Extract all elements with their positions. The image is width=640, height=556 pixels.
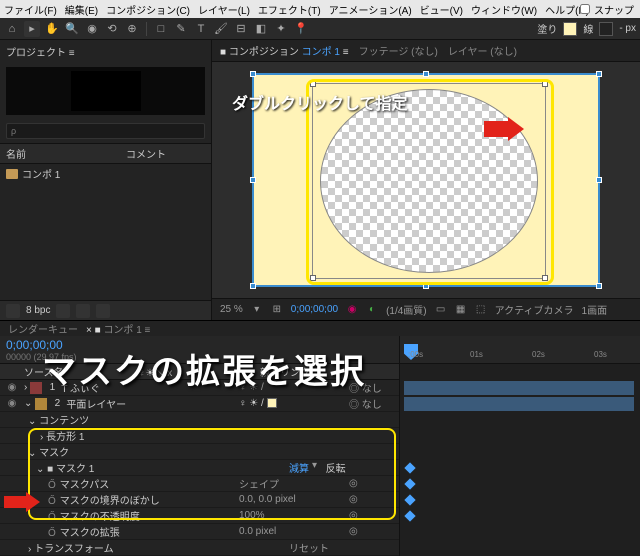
- viewer-tab-layer[interactable]: レイヤー (なし): [448, 43, 517, 58]
- comp-icon: [6, 169, 18, 179]
- canvas[interactable]: ダブルクリックして指定: [212, 62, 640, 298]
- eye-icon[interactable]: ◉: [0, 382, 24, 393]
- keyframe-icon[interactable]: [404, 462, 415, 473]
- toolbar: ⌂ ▸ ✋ 🔍 ◉ ⟲ ⊕ □ ✎ T 🖌 ⊟ ◧ ✦ 📍 塗り 線 - px: [0, 18, 640, 40]
- menu-layer[interactable]: レイヤー(L): [198, 2, 250, 17]
- zoom-level[interactable]: 25 %: [220, 304, 243, 315]
- grid-icon[interactable]: ⊞: [271, 304, 283, 316]
- prop-maskfeather[interactable]: Őマスクの境界のぼかし0.0, 0.0 pixel◎: [0, 492, 399, 508]
- tab-renderqueue[interactable]: レンダーキュー: [8, 321, 78, 336]
- time-ruler[interactable]: ;00s 01s 02s 03s: [400, 336, 640, 364]
- region-icon[interactable]: ▭: [435, 304, 447, 316]
- text-tool[interactable]: T: [193, 21, 209, 37]
- arrow-icon: [484, 117, 524, 141]
- keyframe-icon[interactable]: [404, 478, 415, 489]
- viewer-tab-comp[interactable]: ■ コンポジション コンポ 1 ≡: [220, 43, 349, 58]
- stroke-swatch[interactable]: [599, 22, 613, 36]
- transparency-icon[interactable]: ▦: [455, 304, 467, 316]
- col-comment[interactable]: コメント: [126, 146, 166, 161]
- keyframe-icon[interactable]: [404, 494, 415, 505]
- dropdown-icon[interactable]: ▾: [251, 304, 263, 316]
- menu-window[interactable]: ウィンドウ(W): [471, 2, 537, 17]
- orbit-tool[interactable]: ◉: [84, 21, 100, 37]
- menu-edit[interactable]: 編集(E): [65, 2, 98, 17]
- project-preview: [6, 67, 205, 115]
- menu-view[interactable]: ビュー(V): [420, 2, 463, 17]
- brush-tool[interactable]: 🖌: [213, 21, 229, 37]
- trash-icon[interactable]: [96, 304, 110, 318]
- viewer-tab-footage[interactable]: フッテージ (なし): [359, 43, 438, 58]
- snap-label: スナップ: [594, 2, 634, 17]
- menu-comp[interactable]: コンポジション(C): [106, 2, 190, 17]
- tab-comp1[interactable]: × ■ コンポ 1 ≡: [86, 321, 150, 336]
- camera[interactable]: アクティブカメラ: [495, 302, 574, 317]
- channel-icon[interactable]: ◐: [366, 304, 378, 316]
- selection-tool[interactable]: ▸: [24, 21, 40, 37]
- menu-anim[interactable]: アニメーション(A): [329, 2, 412, 17]
- prop-maskopacity[interactable]: Őマスクの不透明度100%◎: [0, 508, 399, 524]
- zoom-tool[interactable]: 🔍: [64, 21, 80, 37]
- new-comp-icon[interactable]: [76, 304, 90, 318]
- group-contents[interactable]: ⌄ コンテンツ: [0, 412, 399, 428]
- bpc[interactable]: 8 bpc: [26, 305, 50, 316]
- resolution[interactable]: (1/4画質): [386, 302, 427, 317]
- group-rect[interactable]: › 長方形 1: [0, 428, 399, 444]
- project-title: プロジェクト ≡: [0, 40, 211, 63]
- composition-viewer: ■ コンポジション コンポ 1 ≡ フッテージ (なし) レイヤー (なし) ダ…: [212, 40, 640, 320]
- layer-bar-1[interactable]: [404, 381, 634, 395]
- eye-icon[interactable]: ◉: [0, 398, 24, 409]
- col-name[interactable]: 名前: [6, 146, 126, 161]
- menu-file[interactable]: ファイル(F): [4, 2, 57, 17]
- timeline-tracks[interactable]: ;00s 01s 02s 03s: [400, 336, 640, 556]
- project-item-label: コンポ 1: [22, 166, 60, 181]
- fill-swatch[interactable]: [563, 22, 577, 36]
- menu-bar: ファイル(F) 編集(E) コンポジション(C) レイヤー(L) エフェクト(T…: [0, 0, 640, 18]
- roto-tool[interactable]: ✦: [273, 21, 289, 37]
- mask-1[interactable]: ⌄ ■ マスク 1 減算 ▾ 反転: [0, 460, 399, 476]
- new-folder-icon[interactable]: [56, 304, 70, 318]
- timecode[interactable]: 0;00;00;00: [291, 304, 338, 315]
- eraser-tool[interactable]: ◧: [253, 21, 269, 37]
- puppet-tool[interactable]: 📍: [293, 21, 309, 37]
- group-masks[interactable]: ⌄ マスク: [0, 444, 399, 460]
- group-transform[interactable]: › トランスフォームリセット: [0, 540, 399, 556]
- project-panel: プロジェクト ≡ ρ 名前 コメント コンポ 1 8 bpc: [0, 40, 212, 320]
- annotation-dblclick: ダブルクリックして指定: [232, 90, 408, 114]
- views[interactable]: 1画面: [582, 302, 608, 317]
- interpret-icon[interactable]: [6, 304, 20, 318]
- annotation-expansion: マスクの拡張を選択: [42, 344, 366, 393]
- stamp-tool[interactable]: ⊟: [233, 21, 249, 37]
- layer-bar-2[interactable]: [404, 397, 634, 411]
- stroke-width[interactable]: - px: [619, 23, 636, 34]
- stroke-label: 線: [583, 21, 593, 36]
- 3d-icon[interactable]: ⬚: [475, 304, 487, 316]
- fill-label: 塗り: [537, 21, 557, 36]
- rotate-tool[interactable]: ⟲: [104, 21, 120, 37]
- project-search[interactable]: ρ: [6, 123, 205, 139]
- project-item-comp1[interactable]: コンポ 1: [0, 164, 211, 183]
- anchor-tool[interactable]: ⊕: [124, 21, 140, 37]
- home-icon[interactable]: ⌂: [4, 21, 20, 37]
- pen-tool[interactable]: ✎: [173, 21, 189, 37]
- hand-tool[interactable]: ✋: [44, 21, 60, 37]
- prop-maskexpansion[interactable]: Őマスクの拡張0.0 pixel◎: [0, 524, 399, 540]
- snapshot-icon[interactable]: ◉: [346, 304, 358, 316]
- menu-effect[interactable]: エフェクト(T): [258, 2, 321, 17]
- keyframe-icon[interactable]: [404, 510, 415, 521]
- arrow-icon: [4, 492, 40, 512]
- layer-2[interactable]: ◉ ⌄ 2 平面レイヤー ♀ ☀ / ◎ なし: [0, 396, 399, 412]
- snap-checkbox[interactable]: [580, 4, 590, 14]
- shape-tool[interactable]: □: [153, 21, 169, 37]
- prop-maskpath[interactable]: Őマスクパスシェイプ◎: [0, 476, 399, 492]
